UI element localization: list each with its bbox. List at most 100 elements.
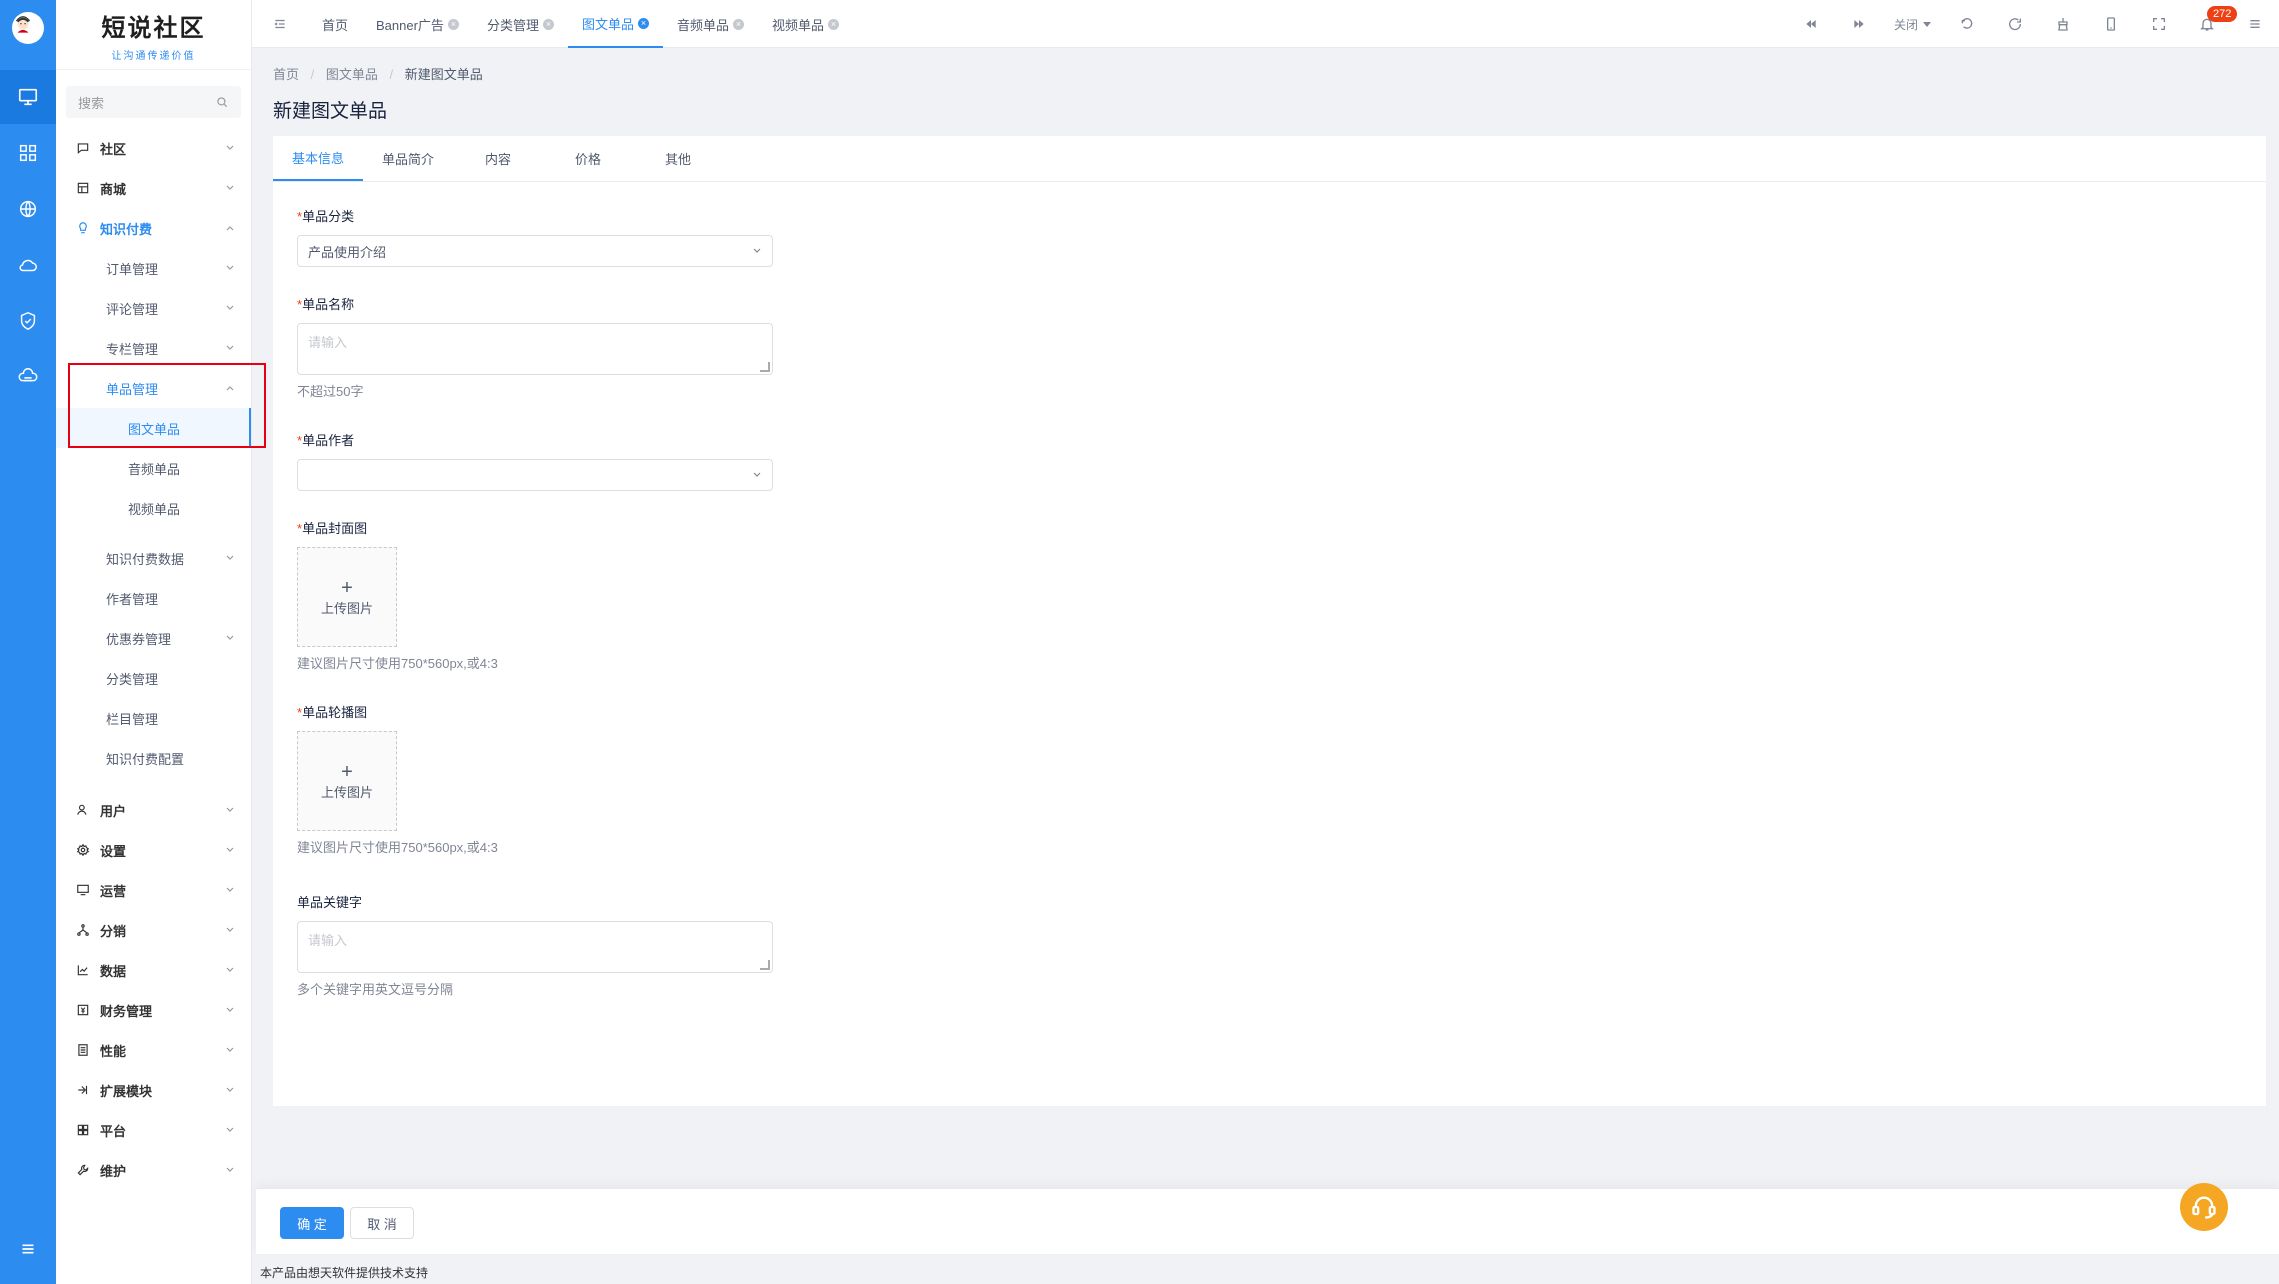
sidebar-item-finance[interactable]: 财务管理 — [56, 990, 251, 1030]
bulb-icon — [79, 222, 87, 234]
carousel-upload-button[interactable]: + 上传图片 — [297, 731, 397, 831]
sidebar-item-shop[interactable]: 商城 — [56, 168, 251, 208]
breadcrumb-home[interactable]: 首页 — [273, 67, 299, 82]
sidebar-item-label: 栏目管理 — [106, 711, 159, 727]
sidebar-item-label: 数据 — [100, 963, 127, 979]
shield-icon[interactable] — [0, 294, 56, 348]
breadcrumb-parent[interactable]: 图文单品 — [326, 67, 378, 82]
sidebar-item-label: 音频单品 — [128, 461, 181, 477]
sidebar-item-columns[interactable]: 专栏管理 — [56, 328, 251, 368]
chevron-down-icon — [226, 1087, 234, 1092]
caret-down-icon — [1923, 22, 1931, 27]
mobile-preview-icon[interactable] — [2087, 0, 2135, 48]
cloud-icon[interactable] — [0, 238, 56, 292]
tab-audio-product[interactable]: 音频单品 × — [663, 0, 758, 48]
sidebar-item-knowledge-data[interactable]: 知识付费数据 — [56, 538, 251, 578]
cover-upload-button[interactable]: + 上传图片 — [297, 547, 397, 647]
sidebar-item-video-product[interactable]: 视频单品 — [56, 488, 251, 528]
sidebar-item-label: 分类管理 — [106, 671, 159, 687]
avatar[interactable] — [12, 12, 44, 44]
collapse-menu-icon[interactable] — [252, 0, 308, 48]
sidebar-item-knowledge-config[interactable]: 知识付费配置 — [56, 738, 251, 778]
tab-banner[interactable]: Banner广告 × — [362, 0, 473, 48]
sidebar-item-community[interactable]: 社区 — [56, 128, 251, 168]
sidebar-item-comments[interactable]: 评论管理 — [56, 288, 251, 328]
globe-icon[interactable] — [0, 182, 56, 236]
monitor-icon — [77, 884, 89, 896]
sidebar-item-audio-product[interactable]: 音频单品 — [56, 448, 251, 488]
upload-label: 上传图片 — [320, 600, 373, 616]
sidebar-item-label: 平台 — [100, 1123, 127, 1139]
keywords-input[interactable]: 请输入 — [297, 921, 773, 973]
close-tabs-label: 关闭 — [1893, 17, 1918, 32]
sidebar-item-platform[interactable]: 平台 — [56, 1110, 251, 1150]
keywords-label: 单品关键字 — [297, 895, 363, 910]
tab-prev-icon[interactable] — [1787, 0, 1835, 48]
sidebar-item-performance[interactable]: 性能 — [56, 1030, 251, 1070]
tab-basic-info[interactable]: 基本信息 — [273, 136, 363, 181]
sidebar-item-maintenance[interactable]: 维护 — [56, 1150, 251, 1190]
sidebar-item-settings[interactable]: 设置 — [56, 830, 251, 870]
name-placeholder: 请输入 — [308, 335, 348, 350]
tab-home[interactable]: 首页 — [308, 0, 362, 48]
sidebar-item-knowledge-pay[interactable]: 知识付费 — [56, 208, 251, 248]
sidebar-item-extensions[interactable]: 扩展模块 — [56, 1070, 251, 1110]
close-icon[interactable]: × — [732, 18, 744, 30]
tab-price[interactable]: 价格 — [543, 136, 633, 181]
cover-hint: 建议图片尺寸使用750*560px,或4:3 — [297, 656, 498, 671]
name-input[interactable]: 请输入 — [297, 323, 773, 375]
undo-icon[interactable] — [1943, 0, 1991, 48]
chevron-down-icon — [226, 185, 234, 190]
tab-other[interactable]: 其他 — [633, 136, 723, 181]
cancel-button[interactable]: 取 消 — [350, 1207, 414, 1239]
sidebar-item-orders[interactable]: 订单管理 — [56, 248, 251, 288]
close-icon[interactable]: × — [828, 18, 839, 30]
sidebar-item-coupons[interactable]: 优惠券管理 — [56, 618, 251, 658]
category-field: *单品分类 产品使用介绍 — [297, 206, 773, 267]
notification-bell-icon[interactable]: 272 — [2183, 0, 2238, 48]
category-select[interactable]: 产品使用介绍 — [297, 235, 773, 267]
tab-graphic-product[interactable]: 图文单品 × — [567, 0, 663, 48]
tab-label: 视频单品 — [771, 17, 824, 33]
sidebar-item-authors[interactable]: 作者管理 — [56, 578, 251, 618]
wrench-icon — [77, 1164, 89, 1176]
apps-grid-icon[interactable] — [0, 126, 56, 180]
sidebar-item-label: 用户 — [100, 803, 127, 819]
chevron-down-icon — [226, 555, 234, 560]
brand-logo[interactable]: 短说社区 让沟通传递价值 — [56, 0, 251, 70]
page-scrollbar[interactable] — [2269, 48, 2279, 1188]
tab-content[interactable]: 内容 — [453, 136, 543, 181]
cloud-storage-icon[interactable] — [0, 350, 56, 404]
sidebar-item-label: 分销 — [100, 923, 127, 939]
sidebar-item-operations[interactable]: 运营 — [56, 870, 251, 910]
sidebar-item-sections[interactable]: 栏目管理 — [56, 698, 251, 738]
close-tabs-dropdown[interactable]: 关闭 — [1883, 0, 1943, 48]
chevron-down-icon — [226, 635, 234, 640]
sidebar-menu: 社区 商城 知识付费 订单管理 评论管理 专栏管理 单品管理 图文单品 音频单品… — [56, 128, 251, 1190]
close-icon[interactable]: × — [447, 18, 459, 30]
author-select[interactable] — [297, 459, 773, 491]
fullscreen-icon[interactable] — [2135, 0, 2183, 48]
desktop-icon[interactable] — [0, 70, 56, 124]
tab-next-icon[interactable] — [1835, 0, 1883, 48]
toolbar: 关闭 272 — [1787, 0, 2279, 48]
menu-lines-icon[interactable] — [0, 1222, 56, 1276]
close-icon[interactable]: × — [637, 17, 649, 29]
search-icon — [217, 97, 228, 108]
sidebar-item-label: 专栏管理 — [106, 341, 159, 357]
tab-product-intro[interactable]: 单品简介 — [363, 136, 453, 181]
sidebar-item-data[interactable]: 数据 — [56, 950, 251, 990]
sidebar-item-users[interactable]: 用户 — [56, 790, 251, 830]
tab-category[interactable]: 分类管理 × — [473, 0, 568, 48]
search-input[interactable]: 搜索 — [66, 86, 241, 118]
sidebar-item-categories[interactable]: 分类管理 — [56, 658, 251, 698]
chevron-down-icon — [226, 1007, 234, 1012]
close-icon[interactable]: × — [542, 18, 554, 30]
tab-video-product[interactable]: 视频单品 × — [758, 0, 853, 48]
clear-cache-icon[interactable] — [2039, 0, 2087, 48]
refresh-icon[interactable] — [1991, 0, 2039, 48]
customer-support-icon[interactable] — [2180, 1183, 2228, 1231]
more-menu-icon[interactable] — [2231, 0, 2279, 48]
sidebar-item-distribution[interactable]: 分销 — [56, 910, 251, 950]
confirm-button[interactable]: 确 定 — [280, 1207, 344, 1239]
